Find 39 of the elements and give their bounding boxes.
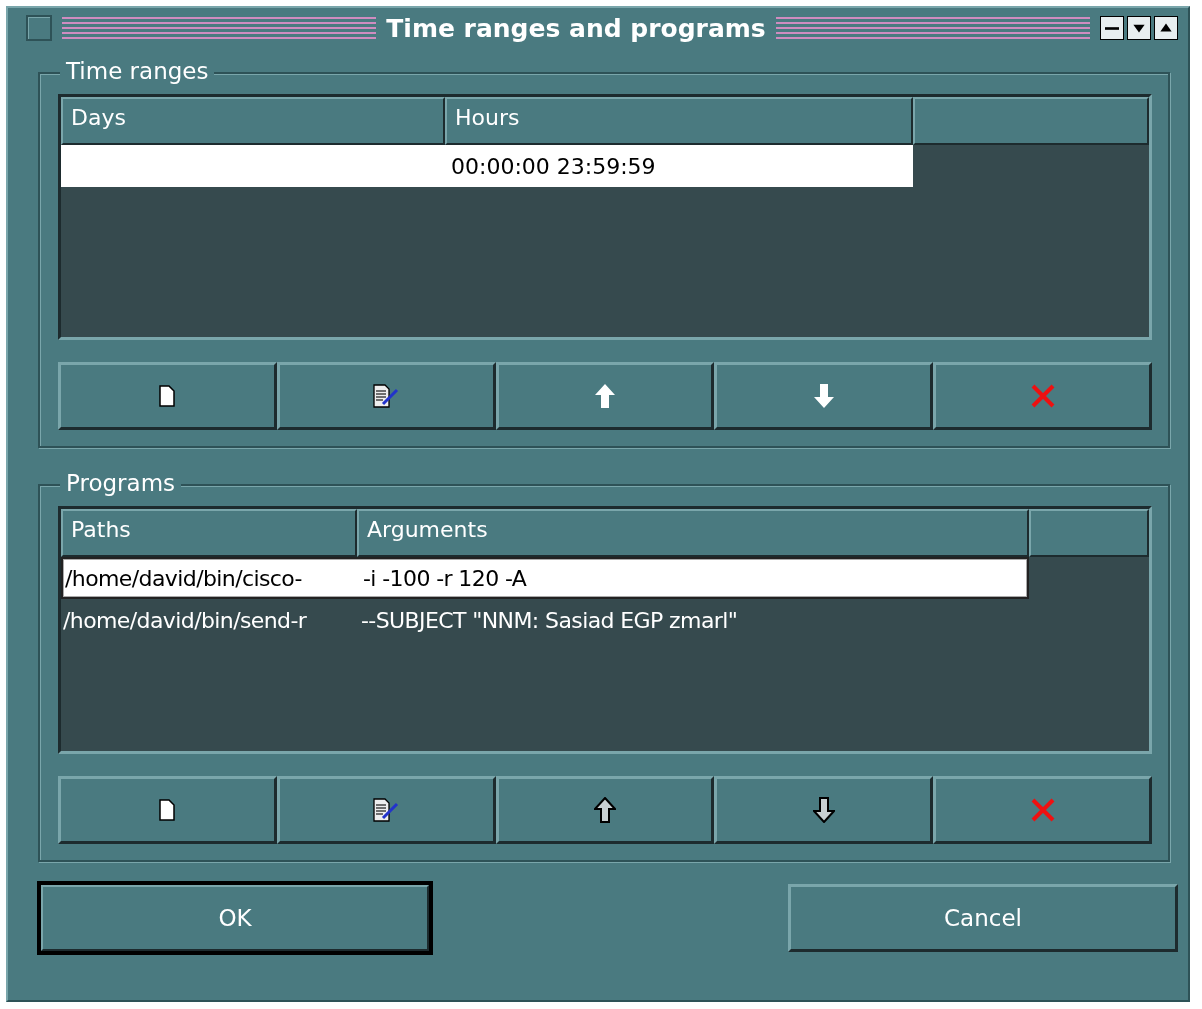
new-button[interactable] (58, 362, 277, 430)
list-row[interactable]: 00:00:00 23:59:59 (61, 145, 913, 187)
cancel-button[interactable]: Cancel (788, 884, 1178, 952)
table-cell-text: /home/david/bin/send-r (62, 607, 308, 633)
edit-button[interactable] (276, 362, 496, 430)
document-icon (159, 385, 176, 407)
delete-button[interactable] (933, 362, 1152, 430)
minimize-button[interactable] (1100, 16, 1124, 40)
table-cell-text: --SUBJECT "NNM: Sasiad EGP zmarl" (360, 607, 738, 633)
up-arrow-icon (594, 797, 616, 823)
table-cell-text: 00:00:00 23:59:59 (450, 153, 656, 179)
ok-button[interactable]: OK (40, 884, 430, 952)
document-icon (159, 799, 176, 821)
down-arrow-icon (812, 383, 835, 409)
up-arrow-icon (594, 383, 616, 409)
new-button[interactable] (58, 776, 277, 844)
column-header[interactable]: Days (61, 97, 445, 145)
edit-button[interactable] (276, 776, 496, 844)
window-menu-button[interactable] (26, 15, 52, 41)
move-up-button[interactable] (495, 362, 715, 430)
minimize-icon (1105, 26, 1119, 30)
edit-document-icon (373, 798, 400, 822)
group-title: Time ranges (60, 58, 215, 84)
maximize-button[interactable] (1154, 16, 1178, 40)
list-row[interactable]: /home/david/bin/cisco- -i -100 -r 120 -A (61, 557, 1029, 599)
shade-button[interactable] (1127, 16, 1151, 40)
window-title: Time ranges and programs (386, 13, 766, 43)
delete-icon (1029, 797, 1056, 823)
table-cell-text: /home/david/bin/cisco- (64, 565, 303, 591)
table-cell-text: -i -100 -r 120 -A (362, 565, 527, 591)
column-header[interactable]: Hours (445, 97, 913, 145)
delete-icon (1029, 383, 1056, 409)
delete-button[interactable] (933, 776, 1152, 844)
edit-document-icon (373, 384, 400, 408)
down-arrow-icon (812, 797, 835, 823)
move-down-button[interactable] (714, 362, 934, 430)
column-header[interactable]: Arguments (357, 509, 1029, 557)
column-header[interactable]: Paths (61, 509, 357, 557)
list-row[interactable]: /home/david/bin/send-r --SUBJECT "NNM: Sasiad EGP zmarl" (61, 599, 1029, 641)
